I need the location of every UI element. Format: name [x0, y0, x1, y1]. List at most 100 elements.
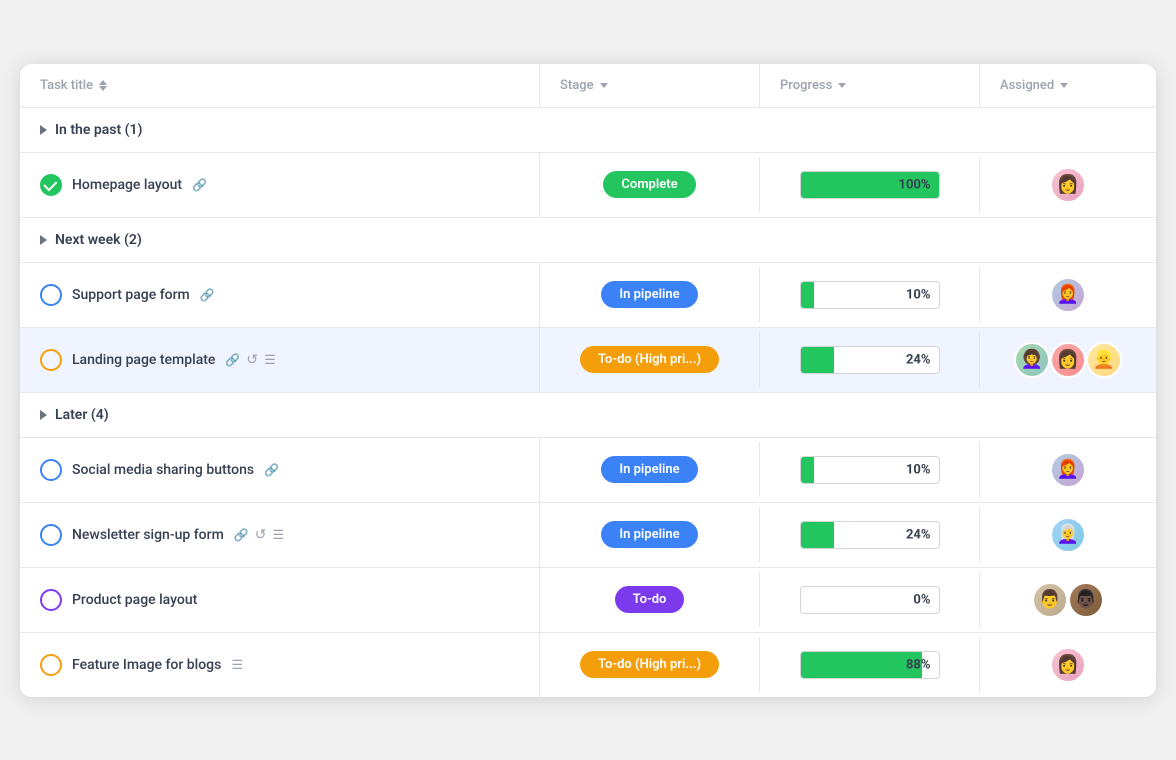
progress-bar: 10%: [800, 281, 940, 309]
stage-cell[interactable]: In pipeline: [540, 442, 760, 497]
header-progress-label: Progress: [780, 78, 832, 93]
header-stage[interactable]: Stage: [540, 64, 760, 107]
task-name: Landing page template: [72, 352, 215, 368]
group-header-past[interactable]: In the past (1): [20, 108, 1156, 153]
progress-cell: 88%: [760, 637, 980, 693]
table-row: Support page formIn pipeline 10% 👩‍🦰: [20, 263, 1156, 328]
stage-badge: To-do (High pri...): [580, 346, 719, 373]
avatar-group: 👨👨🏿: [1032, 582, 1104, 618]
progress-cell: 100%: [760, 157, 980, 213]
avatar-group: 👩: [1050, 167, 1086, 203]
assigned-cell: 👩‍🦰: [980, 263, 1156, 327]
table-row: Product page layoutTo-do 0% 👨👨🏿: [20, 568, 1156, 633]
progress-label: 88%: [906, 657, 931, 672]
avatar-group: 👩: [1050, 647, 1086, 683]
task-name-cell: Feature Image for blogs: [20, 633, 540, 697]
group-title: Next week (2): [55, 232, 142, 248]
task-name-cell: Product page layout: [20, 568, 540, 632]
progress-label: 24%: [906, 352, 931, 367]
avatar-group: 👩‍🦳: [1050, 517, 1086, 553]
progress-cell: 24%: [760, 332, 980, 388]
avatar: 👩: [1050, 342, 1086, 378]
table-row: Homepage layout Complete 100% 👩: [20, 153, 1156, 218]
status-circle[interactable]: [40, 459, 62, 481]
assigned-cell: 👨👨🏿: [980, 568, 1156, 632]
table-row: Social media sharing buttons In pipeline 1…: [20, 438, 1156, 503]
avatar: 👩‍🦰: [1050, 277, 1086, 313]
avatar: 👩‍🦱: [1014, 342, 1050, 378]
list-icon: [272, 527, 284, 543]
list-icon: [231, 657, 243, 673]
chevron-icon: [40, 125, 47, 135]
stage-badge: To-do (High pri...): [580, 651, 719, 678]
table-row: Feature Image for blogs To-do (High pri..…: [20, 633, 1156, 697]
avatar: 👩: [1050, 167, 1086, 203]
status-circle[interactable]: [40, 524, 62, 546]
header-task-title[interactable]: Task title: [20, 64, 540, 107]
progress-cell: 0%: [760, 572, 980, 628]
progress-fill: [801, 457, 815, 483]
group-title: Later (4): [55, 407, 109, 423]
header-assigned[interactable]: Assigned: [980, 64, 1156, 107]
chevron-icon: [40, 235, 47, 245]
header-stage-label: Stage: [560, 78, 594, 93]
sort-icon[interactable]: [99, 80, 107, 91]
stage-cell[interactable]: Complete: [540, 157, 760, 212]
progress-bar: 24%: [800, 346, 940, 374]
status-circle[interactable]: [40, 589, 62, 611]
avatar-group: 👩‍🦱👩👱: [1014, 342, 1122, 378]
status-circle[interactable]: [40, 349, 62, 371]
task-name: Social media sharing buttons: [72, 462, 254, 478]
progress-bar: 0%: [800, 586, 940, 614]
stage-badge: In pipeline: [601, 456, 697, 483]
table-header: Task title Stage Progress Assigned: [20, 64, 1156, 108]
progress-label: 10%: [906, 287, 931, 302]
progress-bar: 24%: [800, 521, 940, 549]
task-icons: [234, 527, 284, 543]
link-icon: [225, 352, 240, 368]
stage-cell[interactable]: To-do (High pri...): [540, 637, 760, 692]
group-header-next-week[interactable]: Next week (2): [20, 218, 1156, 263]
table-body: In the past (1) Homepage layout Complete 10…: [20, 108, 1156, 697]
assigned-cell: 👩‍🦰: [980, 438, 1156, 502]
progress-fill: [801, 522, 834, 548]
header-task-title-label: Task title: [40, 78, 93, 93]
link-icon: [200, 287, 215, 303]
header-assigned-label: Assigned: [1000, 78, 1054, 93]
header-progress[interactable]: Progress: [760, 64, 980, 107]
group-title: In the past (1): [55, 122, 142, 138]
repeat-icon: [255, 527, 267, 543]
status-circle[interactable]: [40, 284, 62, 306]
task-name-cell: Landing page template: [20, 328, 540, 392]
progress-cell: 10%: [760, 442, 980, 498]
avatar: 👩: [1050, 647, 1086, 683]
task-table: Task title Stage Progress Assigned In th…: [20, 64, 1156, 697]
task-name: Homepage layout: [72, 177, 182, 193]
chevron-down-icon: [838, 83, 846, 88]
task-name: Feature Image for blogs: [72, 657, 221, 673]
stage-cell[interactable]: To-do (High pri...): [540, 332, 760, 387]
progress-bar: 100%: [800, 171, 940, 199]
task-icons: [200, 287, 215, 303]
progress-bar: 88%: [800, 651, 940, 679]
group-header-later[interactable]: Later (4): [20, 393, 1156, 438]
avatar-group: 👩‍🦰: [1050, 452, 1086, 488]
stage-cell[interactable]: In pipeline: [540, 267, 760, 322]
stage-badge: In pipeline: [601, 521, 697, 548]
stage-cell[interactable]: To-do: [540, 572, 760, 627]
chevron-down-icon: [600, 83, 608, 88]
task-icons: [264, 462, 279, 478]
progress-cell: 24%: [760, 507, 980, 563]
task-icons: [192, 177, 207, 193]
task-name-cell: Support page form: [20, 263, 540, 327]
stage-cell[interactable]: In pipeline: [540, 507, 760, 562]
list-icon: [264, 352, 276, 368]
progress-bar: 10%: [800, 456, 940, 484]
avatar-group: 👩‍🦰: [1050, 277, 1086, 313]
status-circle[interactable]: [40, 174, 62, 196]
progress-label: 24%: [906, 527, 931, 542]
progress-label: 10%: [906, 462, 931, 477]
link-icon: [192, 177, 207, 193]
status-circle[interactable]: [40, 654, 62, 676]
repeat-icon: [246, 352, 258, 368]
